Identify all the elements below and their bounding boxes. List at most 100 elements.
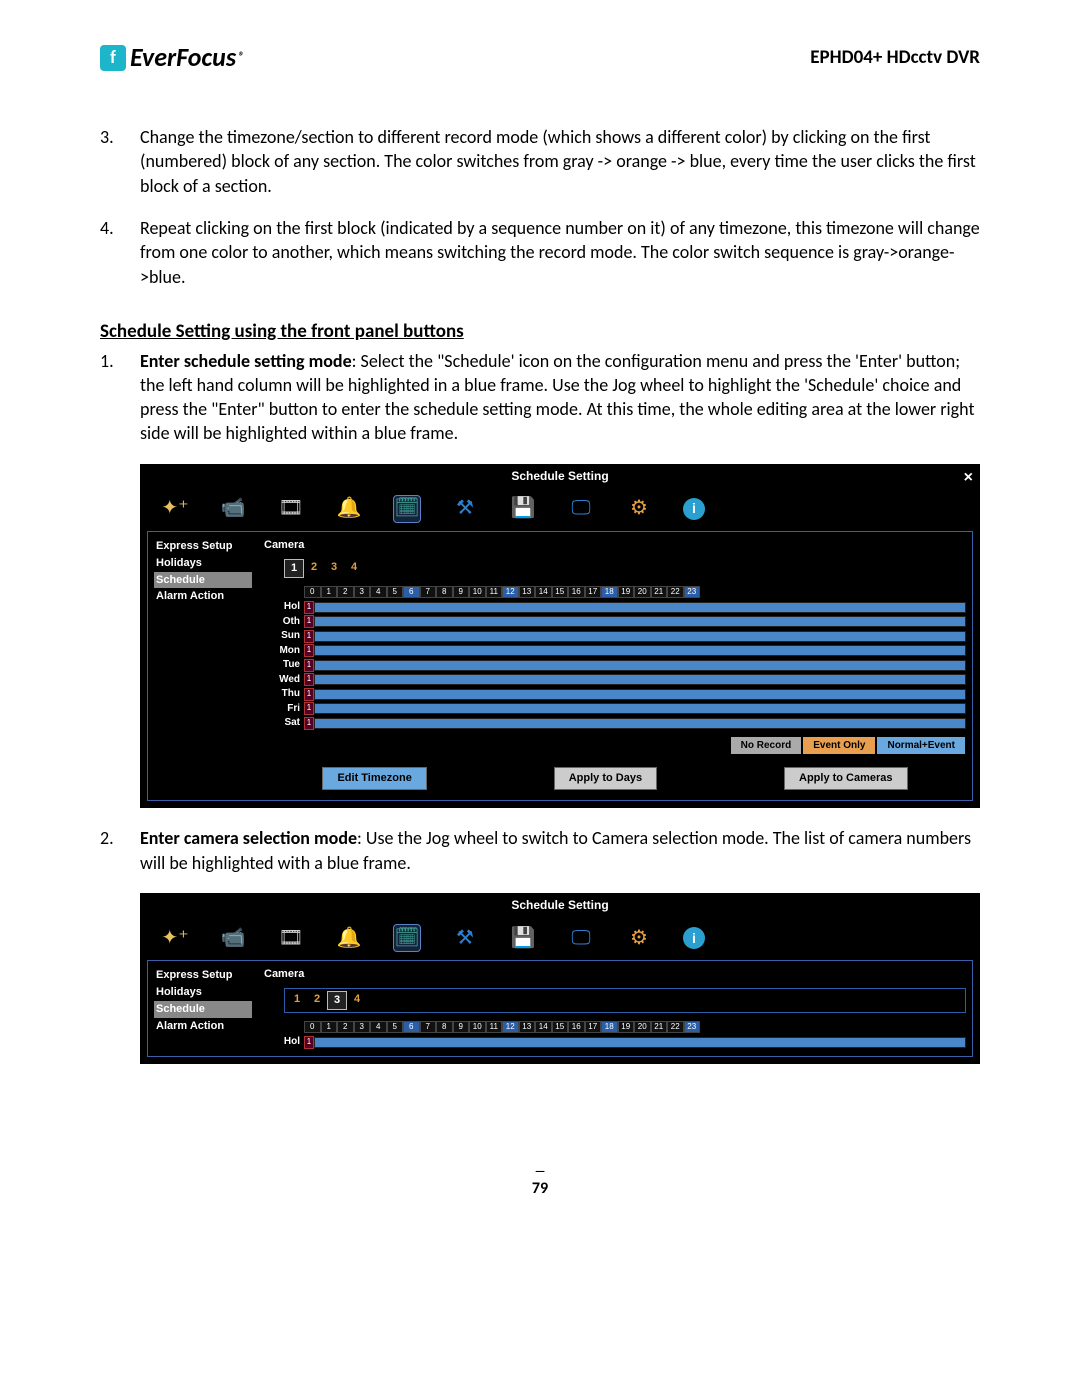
bell-icon[interactable]: 🔔 xyxy=(335,924,363,952)
close-icon[interactable]: × xyxy=(964,467,973,489)
apply-to-days-button[interactable]: Apply to Days xyxy=(554,767,657,790)
camera-tab[interactable]: 3 xyxy=(324,559,344,578)
day-bar[interactable] xyxy=(314,1037,966,1048)
reel-icon[interactable]: 🎞 xyxy=(277,495,305,523)
network-icon[interactable]: ⚒ xyxy=(451,924,479,952)
hour-cell: 3 xyxy=(354,586,371,599)
gears-icon[interactable]: ⚙ xyxy=(625,495,653,523)
day-bar[interactable] xyxy=(314,660,966,671)
gears-icon[interactable]: ⚙ xyxy=(625,924,653,952)
schedule-icon[interactable]: 🗓 xyxy=(393,495,421,523)
camera-tab[interactable]: 3 xyxy=(327,991,347,1010)
wand-icon[interactable]: ✦⁺ xyxy=(161,924,189,952)
page-number: 79 xyxy=(100,1164,980,1200)
edit-timezone-button[interactable]: Edit Timezone xyxy=(322,767,426,790)
hour-cell: 8 xyxy=(436,586,453,599)
day-first-block[interactable]: 1 xyxy=(304,673,314,686)
day-first-block[interactable]: 1 xyxy=(304,688,314,701)
day-first-block[interactable]: 1 xyxy=(304,644,314,657)
camera-label: Camera xyxy=(264,967,304,982)
reel-icon[interactable]: 🎞 xyxy=(277,924,305,952)
hour-header: 01234567891011121314151617181920212223 xyxy=(304,1021,966,1034)
list-number: 3. xyxy=(100,125,140,198)
display-icon[interactable]: 🖵 xyxy=(567,495,595,523)
day-bar[interactable] xyxy=(314,631,966,642)
day-label: Sun xyxy=(264,629,304,643)
hour-cell: 6 xyxy=(403,586,420,599)
sidebar-item[interactable]: Holidays xyxy=(154,984,252,1001)
schedule-grid[interactable]: Hol1 xyxy=(264,1035,966,1049)
day-bar[interactable] xyxy=(314,645,966,656)
day-first-block[interactable]: 1 xyxy=(304,630,314,643)
camera-tabs[interactable]: 1234 xyxy=(284,988,966,1013)
day-bar[interactable] xyxy=(314,602,966,613)
section-heading: Schedule Setting using the front panel b… xyxy=(100,319,980,345)
day-bar[interactable] xyxy=(314,689,966,700)
hour-cell: 15 xyxy=(552,586,569,599)
hour-cell: 2 xyxy=(337,1021,354,1034)
hour-cell: 1 xyxy=(321,586,338,599)
schedule-screenshot-1: Schedule Setting × ✦⁺ 📹 🎞 🔔 🗓 ⚒ 💾 🖵 ⚙ i … xyxy=(140,464,980,809)
hour-cell: 20 xyxy=(634,1021,651,1034)
hour-cell: 8 xyxy=(436,1021,453,1034)
sidebar-item[interactable]: Schedule xyxy=(154,572,252,589)
hour-cell: 10 xyxy=(469,586,486,599)
hour-cell: 12 xyxy=(502,586,519,599)
day-first-block[interactable]: 1 xyxy=(304,1036,314,1049)
day-first-block[interactable]: 1 xyxy=(304,717,314,730)
list-number: 4. xyxy=(100,216,140,289)
day-bar[interactable] xyxy=(314,703,966,714)
display-icon[interactable]: 🖵 xyxy=(567,924,595,952)
day-label: Oth xyxy=(264,615,304,629)
info-icon[interactable]: i xyxy=(683,498,705,520)
camera-tab[interactable]: 2 xyxy=(307,991,327,1010)
bell-icon[interactable]: 🔔 xyxy=(335,495,363,523)
day-label: Wed xyxy=(264,673,304,687)
disk-icon[interactable]: 💾 xyxy=(509,495,537,523)
sidebar-item[interactable]: Schedule xyxy=(154,1001,252,1018)
day-first-block[interactable]: 1 xyxy=(304,615,314,628)
day-label: Hol xyxy=(264,1035,304,1049)
info-icon[interactable]: i xyxy=(683,927,705,949)
network-icon[interactable]: ⚒ xyxy=(451,495,479,523)
wand-icon[interactable]: ✦⁺ xyxy=(161,495,189,523)
schedule-grid[interactable]: Hol1Oth1Sun1Mon1Tue1Wed1Thu1Fri1Sat1 xyxy=(264,600,966,730)
day-bar[interactable] xyxy=(314,718,966,729)
camera-tabs[interactable]: 1234 xyxy=(284,559,966,578)
day-first-block[interactable]: 1 xyxy=(304,702,314,715)
day-bar[interactable] xyxy=(314,674,966,685)
day-first-block[interactable]: 1 xyxy=(304,601,314,614)
sidebar-item[interactable]: Alarm Action xyxy=(154,1018,252,1035)
schedule-icon[interactable]: 🗓 xyxy=(393,924,421,952)
camera-tab[interactable]: 1 xyxy=(287,991,307,1010)
apply-to-cameras-button[interactable]: Apply to Cameras xyxy=(784,767,908,790)
day-first-block[interactable]: 1 xyxy=(304,659,314,672)
hour-cell: 14 xyxy=(535,1021,552,1034)
hour-cell: 19 xyxy=(618,586,635,599)
camera-icon[interactable]: 📹 xyxy=(219,495,247,523)
camera-icon[interactable]: 📹 xyxy=(219,924,247,952)
window-title: Schedule Setting xyxy=(511,468,608,484)
disk-icon[interactable]: 💾 xyxy=(509,924,537,952)
day-label: Hol xyxy=(264,600,304,614)
hour-cell: 9 xyxy=(453,586,470,599)
camera-tab[interactable]: 4 xyxy=(347,991,367,1010)
hour-cell: 9 xyxy=(453,1021,470,1034)
brand-name: EverFocus xyxy=(130,40,236,75)
hour-cell: 11 xyxy=(486,586,503,599)
hour-cell: 1 xyxy=(321,1021,338,1034)
sidebar-item[interactable]: Holidays xyxy=(154,555,252,572)
day-bar[interactable] xyxy=(314,616,966,627)
legend-event-only: Event Only xyxy=(802,736,876,756)
sidebar-item[interactable]: Express Setup xyxy=(154,967,252,984)
sidebar-item[interactable]: Express Setup xyxy=(154,538,252,555)
list-text: Repeat clicking on the first block (indi… xyxy=(140,216,980,289)
hour-cell: 18 xyxy=(601,586,618,599)
day-label: Mon xyxy=(264,644,304,658)
day-label: Fri xyxy=(264,702,304,716)
camera-tab[interactable]: 1 xyxy=(284,559,304,578)
sidebar-item[interactable]: Alarm Action xyxy=(154,588,252,605)
camera-tab[interactable]: 2 xyxy=(304,559,324,578)
camera-tab[interactable]: 4 xyxy=(344,559,364,578)
sidebar: Express SetupHolidaysScheduleAlarm Actio… xyxy=(148,961,258,1056)
